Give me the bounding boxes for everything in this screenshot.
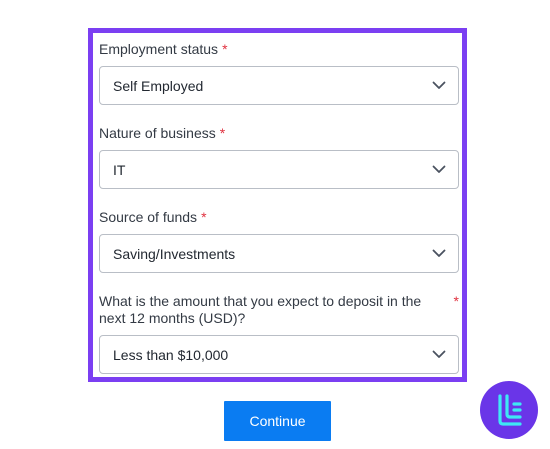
nature-of-business-value: IT xyxy=(113,161,126,178)
chevron-down-icon xyxy=(432,165,446,173)
expected-deposit-label: What is the amount that you expect to de… xyxy=(99,293,422,326)
nature-of-business-select[interactable]: IT xyxy=(99,150,459,189)
chevron-down-icon xyxy=(432,249,446,257)
source-of-funds-select[interactable]: Saving/Investments xyxy=(99,234,459,273)
expected-deposit-value: Less than $10,000 xyxy=(113,346,229,363)
source-of-funds-field: Source of funds * Saving/Investments xyxy=(99,209,459,273)
nature-of-business-field: Nature of business * IT xyxy=(99,125,459,189)
expected-deposit-field: What is the amount that you expect to de… xyxy=(99,293,459,374)
required-asterisk: * xyxy=(222,41,228,57)
required-asterisk: * xyxy=(453,293,459,309)
source-of-funds-value: Saving/Investments xyxy=(113,245,236,262)
expected-deposit-label-row: What is the amount that you expect to de… xyxy=(99,293,459,327)
employment-status-label-row: Employment status * xyxy=(99,41,459,58)
employment-status-value: Self Employed xyxy=(113,77,204,94)
financial-info-form: Employment status * Self Employed Nature … xyxy=(88,28,467,382)
employment-status-label: Employment status xyxy=(99,41,219,57)
page: Employment status * Self Employed Nature … xyxy=(0,0,550,449)
nature-of-business-label: Nature of business xyxy=(99,125,216,141)
chevron-down-icon xyxy=(432,81,446,89)
employment-status-field: Employment status * Self Employed xyxy=(99,41,459,105)
expected-deposit-select[interactable]: Less than $10,000 xyxy=(99,335,459,374)
nature-of-business-label-row: Nature of business * xyxy=(99,125,459,142)
brand-logo-icon xyxy=(480,381,538,439)
employment-status-select[interactable]: Self Employed xyxy=(99,66,459,105)
continue-button[interactable]: Continue xyxy=(224,401,331,441)
chevron-down-icon xyxy=(432,350,446,358)
source-of-funds-label-row: Source of funds * xyxy=(99,209,459,226)
source-of-funds-label: Source of funds xyxy=(99,209,198,225)
required-asterisk: * xyxy=(201,209,207,225)
brand-mark-icon xyxy=(498,394,522,426)
required-asterisk: * xyxy=(219,125,226,141)
